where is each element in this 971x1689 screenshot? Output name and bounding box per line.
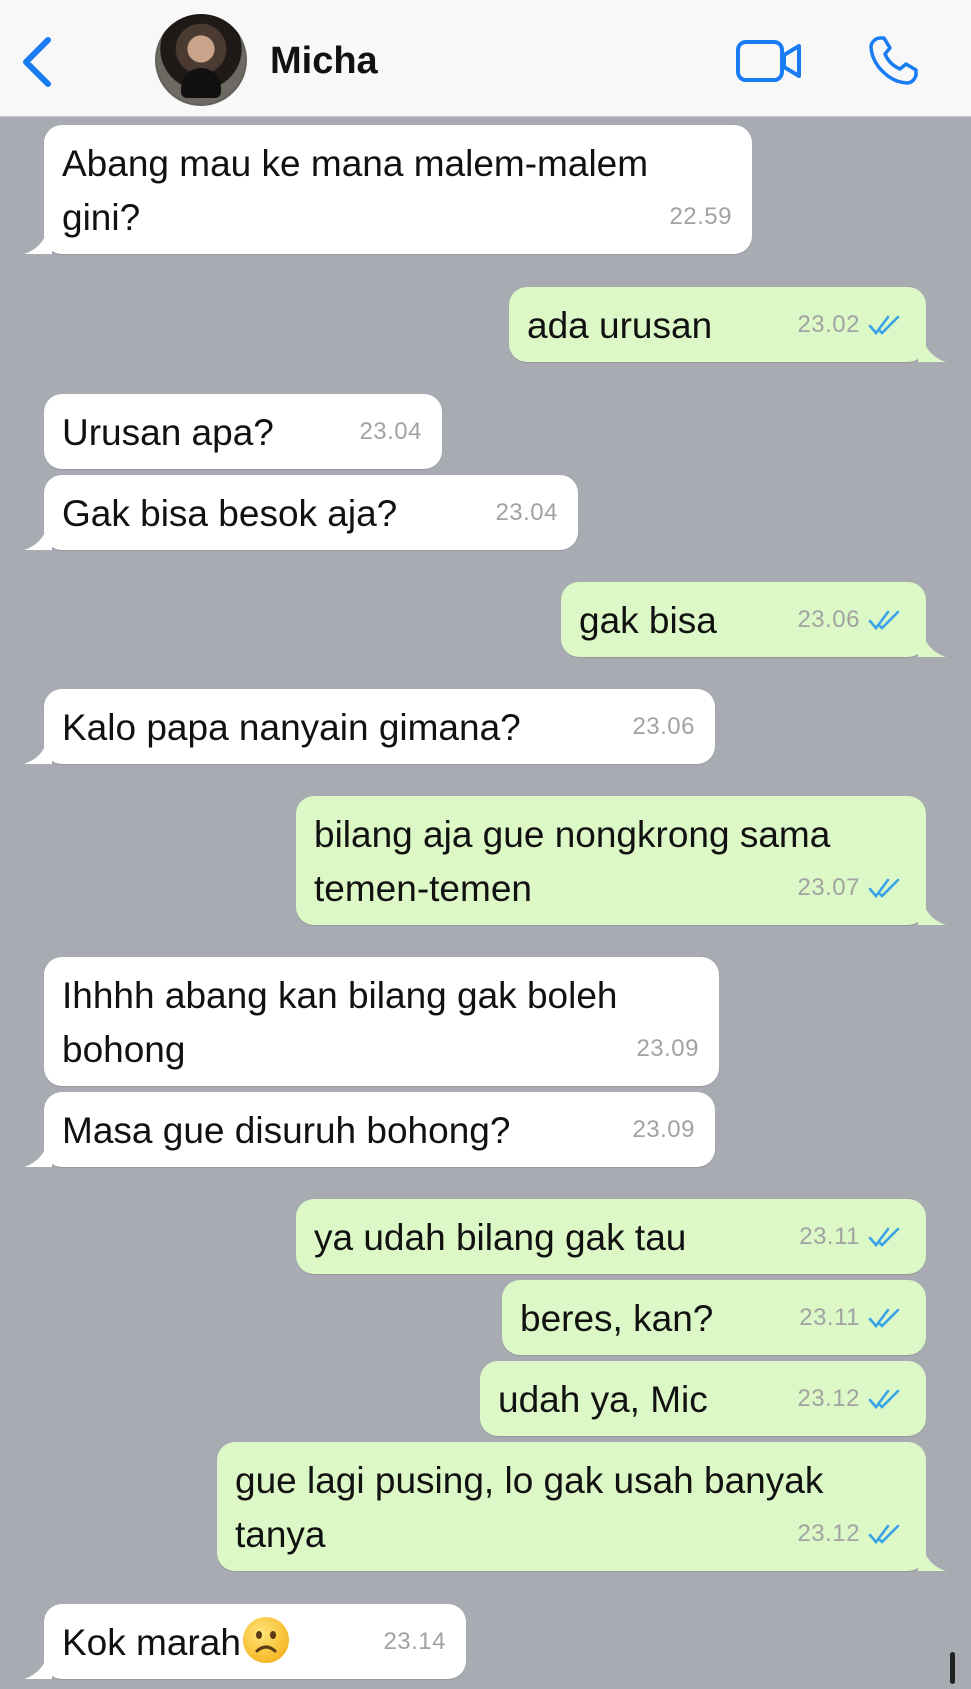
message-time: 23.06 — [797, 593, 902, 647]
read-ticks-icon — [868, 1389, 900, 1410]
bubble-tail — [24, 742, 52, 764]
message-time: 23.11 — [799, 1210, 902, 1264]
contact-name[interactable]: Micha — [270, 40, 378, 83]
message-time: 23.09 — [632, 1116, 695, 1143]
message-bubble-incoming[interactable]: Gak bisa besok aja? 23.04 — [24, 475, 578, 550]
message-text: Masa gue disuruh bohong? — [62, 1110, 511, 1151]
message-bubble-incoming[interactable]: Abang mau ke mana malem-malem gini? 22.5… — [24, 125, 752, 254]
message-time: 23.09 — [636, 1035, 699, 1062]
bubble-tail — [918, 635, 946, 657]
message-time: 23.11 — [799, 1291, 902, 1345]
scrollbar[interactable] — [950, 1652, 955, 1684]
phone-call-icon[interactable] — [866, 34, 920, 88]
message-time: 22.59 — [669, 203, 732, 230]
message-bubble-outgoing[interactable]: udah ya, Mic 23.12 — [480, 1361, 926, 1436]
message-bubble-incoming[interactable]: Masa gue disuruh bohong? 23.09 — [24, 1092, 715, 1167]
bubble-tail — [918, 340, 946, 362]
message-text: Gak bisa besok aja? — [62, 493, 398, 534]
read-ticks-icon — [868, 610, 900, 631]
message-time: 23.02 — [797, 298, 902, 352]
message-bubble-outgoing[interactable]: ya udah bilang gak tau 23.11 — [296, 1199, 926, 1274]
video-call-icon[interactable] — [735, 38, 803, 84]
frowning-face-icon — [242, 1617, 289, 1663]
message-bubble-outgoing[interactable]: beres, kan? 23.11 — [502, 1280, 926, 1355]
read-ticks-icon — [868, 1524, 900, 1545]
message-time: 23.12 — [797, 1507, 902, 1561]
message-bubble-incoming[interactable]: Ihhhh abang kan bilang gak boleh bohong … — [44, 957, 719, 1086]
message-bubble-incoming[interactable]: Urusan apa? 23.04 — [44, 394, 442, 469]
message-text: Kalo papa nanyain gimana? — [62, 707, 521, 748]
message-bubble-incoming[interactable]: Kok marah 23.14 — [24, 1604, 466, 1679]
message-text: Ihhhh abang kan bilang gak boleh bohong — [62, 975, 618, 1070]
bubble-tail — [918, 903, 946, 925]
message-bubble-outgoing[interactable]: gue lagi pusing, lo gak usah banyak tany… — [217, 1442, 946, 1571]
message-bubble-outgoing[interactable]: ada urusan 23.02 — [509, 287, 946, 362]
message-time: 23.04 — [359, 418, 422, 445]
read-ticks-icon — [868, 1227, 900, 1248]
bubble-tail — [24, 1145, 52, 1167]
read-ticks-icon — [868, 1308, 900, 1329]
avatar[interactable] — [155, 14, 247, 106]
read-ticks-icon — [868, 878, 900, 899]
bubble-tail — [24, 1657, 52, 1679]
message-time: 23.14 — [383, 1628, 446, 1655]
bubble-tail — [24, 528, 52, 550]
message-time: 23.06 — [632, 713, 695, 740]
message-bubble-outgoing[interactable]: bilang aja gue nongkrong sama temen-teme… — [296, 796, 946, 925]
message-text: Abang mau ke mana malem-malem gini? — [62, 143, 649, 238]
read-ticks-icon — [868, 315, 900, 336]
bubble-tail — [24, 232, 52, 254]
chat-header: Micha — [0, 0, 971, 117]
message-bubble-outgoing[interactable]: gak bisa 23.06 — [561, 582, 946, 657]
message-time: 23.04 — [495, 499, 558, 526]
back-chevron-icon[interactable] — [18, 32, 58, 92]
message-time: 23.07 — [797, 861, 902, 915]
message-time: 23.12 — [797, 1372, 902, 1426]
bubble-tail — [918, 1549, 946, 1571]
message-bubble-incoming[interactable]: Kalo papa nanyain gimana? 23.06 — [24, 689, 715, 764]
